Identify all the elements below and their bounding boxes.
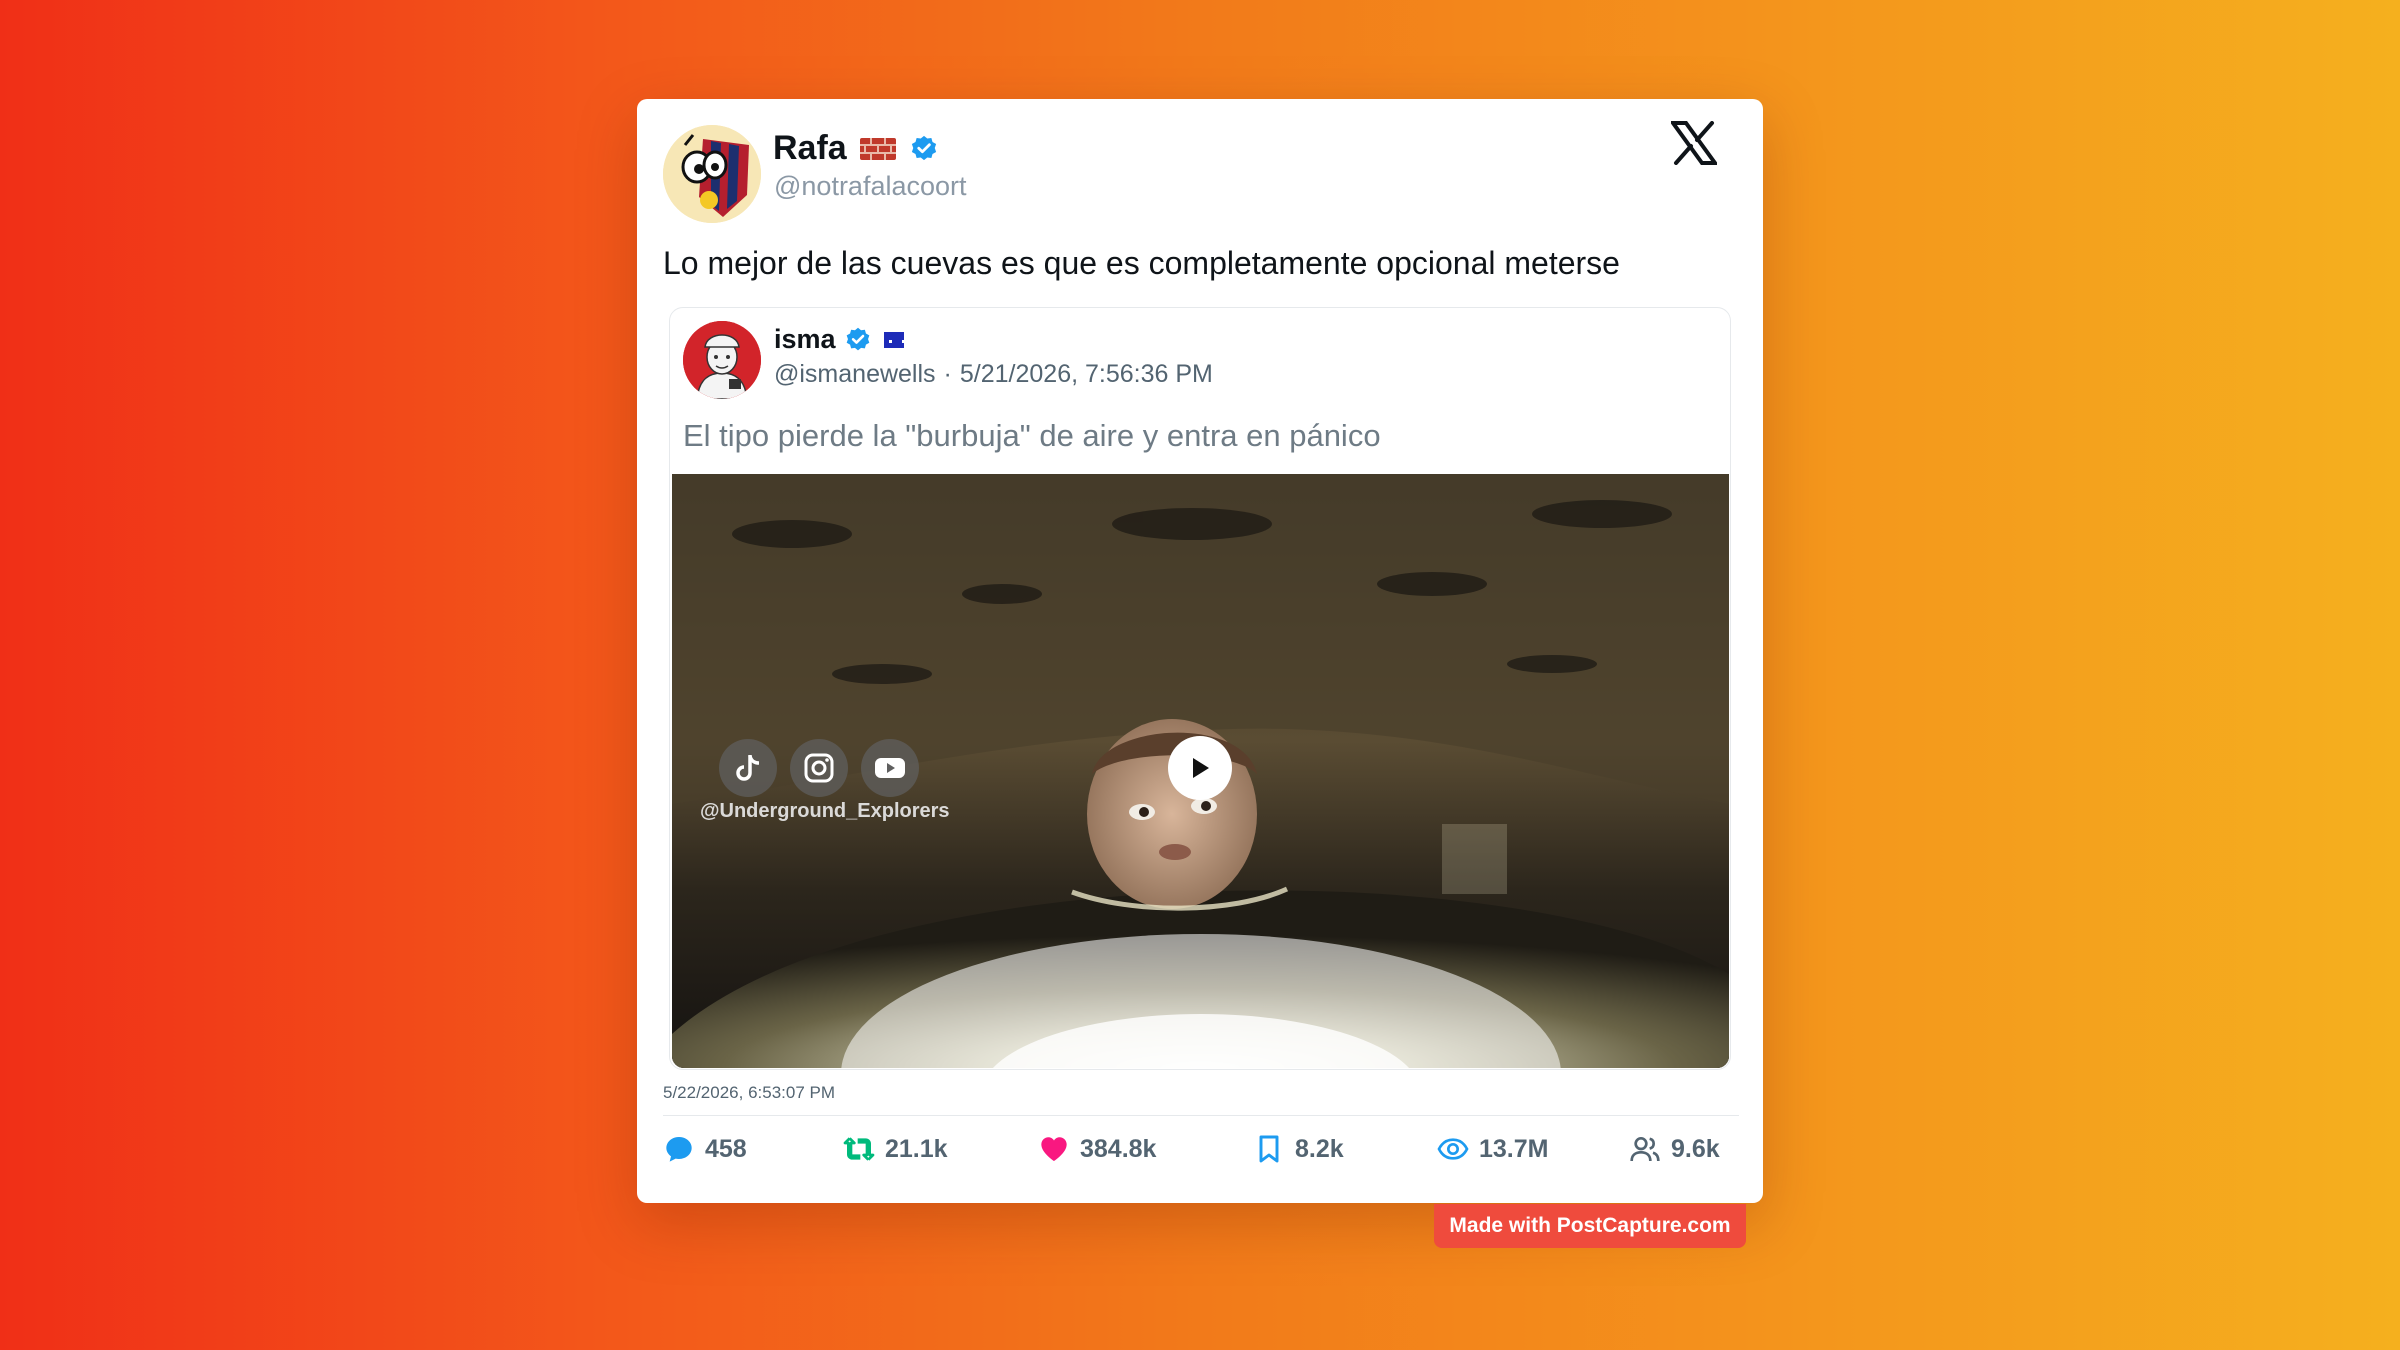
quoted-author-avatar[interactable]: [683, 321, 761, 399]
eye-icon: [1437, 1138, 1469, 1160]
author-handle[interactable]: @notrafalacoort: [774, 171, 967, 202]
quoted-author-handle[interactable]: @ismanewells: [774, 360, 936, 389]
author-name-row[interactable]: Rafa: [773, 129, 939, 168]
bookmark-icon: [1259, 1135, 1279, 1163]
video-player[interactable]: @Underground_Explorers: [672, 474, 1729, 1068]
views-stat[interactable]: 13.7M: [1437, 1133, 1548, 1165]
affiliation-badge-icon: [883, 331, 905, 348]
retweet-stat[interactable]: 21.1k: [843, 1133, 948, 1165]
tiktok-icon: [719, 739, 777, 797]
engagement-stats: 458 21.1k 384.8k 8.2k 13.7M 9.6k: [663, 1133, 1739, 1173]
quoted-text: El tipo pierde la "burbuja" de aire y en…: [683, 418, 1381, 453]
author-avatar[interactable]: [663, 125, 761, 223]
like-count: 384.8k: [1080, 1134, 1157, 1163]
people-icon: [1630, 1137, 1660, 1162]
quoted-meta: @ismanewells · 5/21/2026, 7:56:36 PM: [774, 360, 1213, 389]
meta-separator: ·: [943, 360, 952, 388]
tweet-card: Rafa @notrafalacoort Lo mejor de las cue…: [637, 99, 1763, 1203]
verified-badge-icon: [846, 327, 869, 350]
reply-stat[interactable]: 458: [663, 1133, 747, 1165]
x-logo-icon[interactable]: [1671, 121, 1717, 165]
tweet-text: Lo mejor de las cuevas es que es complet…: [663, 245, 1620, 281]
heart-icon: [1041, 1137, 1067, 1161]
social-icons-overlay: [719, 739, 919, 797]
views-count: 13.7M: [1479, 1134, 1549, 1163]
quoted-author-name[interactable]: isma: [774, 324, 836, 355]
author-name[interactable]: Rafa: [773, 129, 847, 168]
play-button[interactable]: [1168, 736, 1232, 800]
bookmark-stat[interactable]: 8.2k: [1253, 1133, 1344, 1165]
reply-count: 458: [705, 1134, 747, 1163]
brick-emoji-icon: [859, 137, 896, 160]
retweet-count: 21.1k: [885, 1134, 948, 1163]
verified-badge-icon: [911, 135, 936, 160]
postcapture-watermark[interactable]: Made with PostCapture.com: [1434, 1204, 1746, 1248]
comment-icon: [666, 1137, 692, 1162]
quoted-date[interactable]: 5/21/2026, 7:56:36 PM: [960, 360, 1213, 389]
retweet-icon: [843, 1137, 875, 1161]
divider: [663, 1115, 1739, 1116]
quoted-author-name-row[interactable]: isma: [774, 324, 905, 355]
followers-count: 9.6k: [1671, 1134, 1720, 1163]
instagram-icon: [790, 739, 848, 797]
like-stat[interactable]: 384.8k: [1038, 1133, 1156, 1165]
tweet-timestamp[interactable]: 5/22/2026, 6:53:07 PM: [663, 1083, 835, 1103]
bookmark-count: 8.2k: [1295, 1134, 1344, 1163]
followers-stat[interactable]: 9.6k: [1629, 1133, 1720, 1165]
youtube-icon: [861, 739, 919, 797]
quoted-tweet[interactable]: isma @ismanewells · 5/21/2026, 7:56:36 P…: [669, 307, 1731, 1070]
play-icon: [1193, 758, 1209, 778]
video-overlay-handle: @Underground_Explorers: [700, 800, 950, 822]
